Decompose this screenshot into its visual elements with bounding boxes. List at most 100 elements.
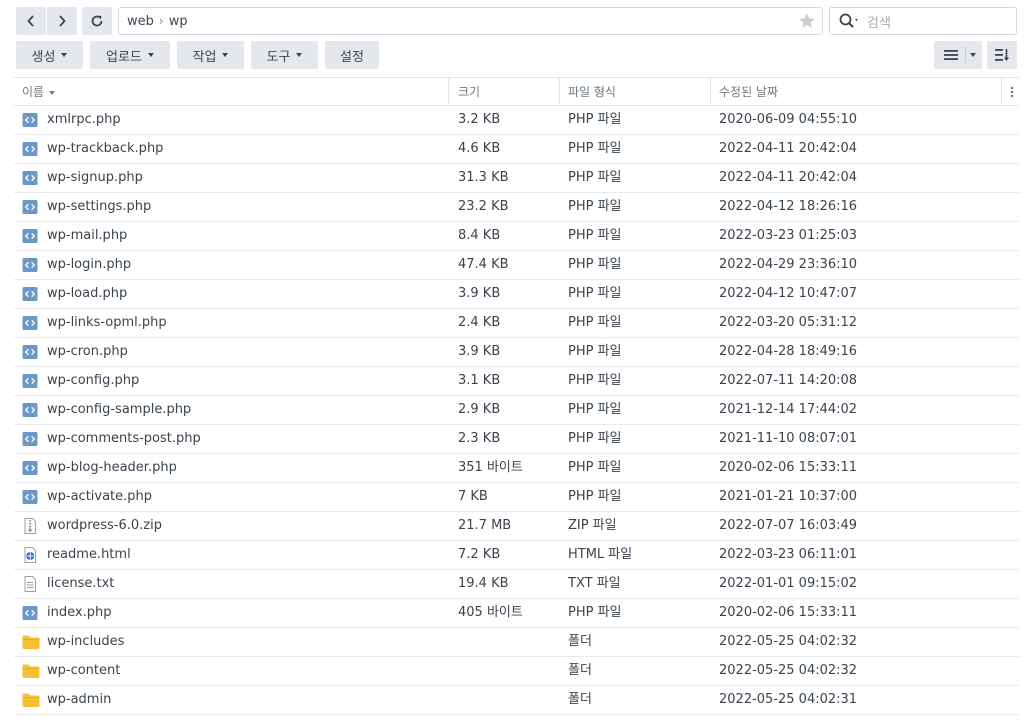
table-row[interactable]: index.php 405 바이트 PHP 파일 2020-02-06 15:33:1… [14,599,1019,628]
table-body: xmlrpc.php 3.2 KB PHP 파일 2020-06-09 04:55:1… [14,106,1019,715]
table-row[interactable]: readme.html 7.2 KB HTML 파일 2022-03-23 06:11… [14,541,1019,570]
file-type: PHP 파일 [568,228,622,243]
table-header: 이름 크기 파일 형식 수정된 날짜 [14,77,1019,106]
table-row[interactable]: wp-content 폴더 2022-05-25 04:02:32 [14,657,1019,686]
more-options-icon[interactable] [1010,86,1014,101]
file-modified-date: 2022-03-23 01:25:03 [719,228,858,243]
sort-button[interactable] [987,41,1017,69]
table-row[interactable]: wp-includes 폴더 2022-05-25 04:02:32 [14,628,1019,657]
file-name: wp-cron.php [47,344,128,359]
file-name: wp-mail.php [47,228,128,243]
file-type: PHP 파일 [568,112,622,127]
table-row[interactable]: wordpress-6.0.zip 21.7 MB ZIP 파일 2022-07-07… [14,512,1019,541]
column-divider[interactable] [1001,78,1002,106]
table-row[interactable]: wp-activate.php 7 KB PHP 파일 2021-01-21 10:3… [14,483,1019,512]
table-row[interactable]: wp-load.php 3.9 KB PHP 파일 2022-04-12 10:47:… [14,280,1019,309]
file-name: wp-login.php [47,257,132,272]
table-row[interactable]: wp-mail.php 8.4 KB PHP 파일 2022-03-23 01:25:… [14,222,1019,251]
file-name: license.txt [47,576,115,591]
breadcrumb-web[interactable]: web [127,14,154,29]
file-modified-date: 2021-01-21 10:37:00 [719,489,858,504]
address-bar[interactable]: web › wp [118,7,823,35]
action-label: 작업 [192,49,217,65]
table-row[interactable]: license.txt 19.4 KB TXT 파일 2022-01-01 09:15… [14,570,1019,599]
php-file-icon [22,228,38,244]
favorite-star-icon[interactable] [798,12,816,34]
chevron-right-icon [59,15,66,27]
table-row[interactable]: wp-cron.php 3.9 KB PHP 파일 2022-04-28 18:49:… [14,338,1019,367]
file-name: xmlrpc.php [47,112,121,127]
create-button[interactable]: 생성 [16,41,83,69]
file-name: wp-signup.php [47,170,143,185]
file-modified-date: 2021-11-10 08:07:01 [719,431,858,446]
table-row[interactable]: wp-signup.php 31.3 KB PHP 파일 2022-04-11 20:… [14,164,1019,193]
php-file-icon [22,170,38,186]
column-header-modified[interactable]: 수정된 날짜 [719,78,778,106]
create-label: 생성 [31,49,56,65]
column-divider[interactable] [559,78,560,106]
txt-file-icon [22,576,38,592]
column-header-type[interactable]: 파일 형식 [568,78,616,106]
file-name: wp-trackback.php [47,141,164,156]
column-header-name[interactable]: 이름 [22,78,56,106]
file-modified-date: 2022-04-12 10:47:07 [719,286,858,301]
file-modified-date: 2022-04-12 18:26:16 [719,199,858,214]
file-type: PHP 파일 [568,431,622,446]
sort-icon [995,49,1009,61]
table-row[interactable]: wp-config.php 3.1 KB PHP 파일 2022-07-11 14:2… [14,367,1019,396]
view-mode-divider [965,47,966,63]
refresh-button[interactable] [82,7,112,35]
file-type: PHP 파일 [568,460,622,475]
file-name: wordpress-6.0.zip [47,518,162,533]
table-row[interactable]: xmlrpc.php 3.2 KB PHP 파일 2020-06-09 04:55:1… [14,106,1019,135]
upload-button[interactable]: 업로드 [90,41,170,69]
tools-button[interactable]: 도구 [251,41,318,69]
file-type: PHP 파일 [568,141,622,156]
file-type: PHP 파일 [568,199,622,214]
file-modified-date: 2021-12-14 17:44:02 [719,402,858,417]
file-size: 7 KB [458,489,488,504]
file-name: wp-includes [47,634,125,649]
search-box[interactable]: 검색 [829,7,1017,35]
search-placeholder: 검색 [867,15,891,31]
caret-down-icon [970,53,976,57]
table-row[interactable]: wp-comments-post.php 2.3 KB PHP 파일 2021-11-… [14,425,1019,454]
settings-button[interactable]: 설정 [325,41,379,69]
list-view-icon [944,50,958,60]
file-type: 폴더 [568,692,592,707]
breadcrumb-wp[interactable]: wp [169,14,188,29]
table-row[interactable]: wp-blog-header.php 351 바이트 PHP 파일 2020-02-0… [14,454,1019,483]
file-size: 3.1 KB [458,373,501,388]
file-type: PHP 파일 [568,489,622,504]
file-modified-date: 2020-02-06 15:33:11 [719,460,858,475]
column-divider[interactable] [448,78,449,106]
table-row[interactable]: wp-trackback.php 4.6 KB PHP 파일 2022-04-11 2… [14,135,1019,164]
column-header-size[interactable]: 크기 [458,78,480,106]
table-row[interactable]: wp-admin 폴더 2022-05-25 04:02:31 [14,686,1019,715]
view-mode-button[interactable] [934,41,982,69]
forward-button[interactable] [47,7,77,35]
file-type: PHP 파일 [568,286,622,301]
back-button[interactable] [16,7,46,35]
action-button[interactable]: 작업 [177,41,244,69]
file-type: HTML 파일 [568,547,633,562]
chevron-left-icon [27,15,34,27]
file-size: 19.4 KB [458,576,509,591]
php-file-icon [22,112,38,128]
table-row[interactable]: wp-settings.php 23.2 KB PHP 파일 2022-04-12 1… [14,193,1019,222]
file-size: 2.9 KB [458,402,501,417]
file-name: wp-comments-post.php [47,431,201,446]
file-name: wp-settings.php [47,199,152,214]
table-row[interactable]: wp-login.php 47.4 KB PHP 파일 2022-04-29 23:3… [14,251,1019,280]
file-modified-date: 2020-02-06 15:33:11 [719,605,858,620]
file-modified-date: 2022-05-25 04:02:32 [719,634,858,649]
php-file-icon [22,489,38,505]
search-icon[interactable] [839,13,861,29]
table-row[interactable]: wp-config-sample.php 2.9 KB PHP 파일 2021-12-… [14,396,1019,425]
table-row[interactable]: wp-links-opml.php 2.4 KB PHP 파일 2022-03-20 … [14,309,1019,338]
file-size: 8.4 KB [458,228,501,243]
file-modified-date: 2022-07-11 14:20:08 [719,373,858,388]
file-modified-date: 2022-04-11 20:42:04 [719,141,858,156]
php-file-icon [22,286,38,302]
column-divider[interactable] [710,78,711,106]
